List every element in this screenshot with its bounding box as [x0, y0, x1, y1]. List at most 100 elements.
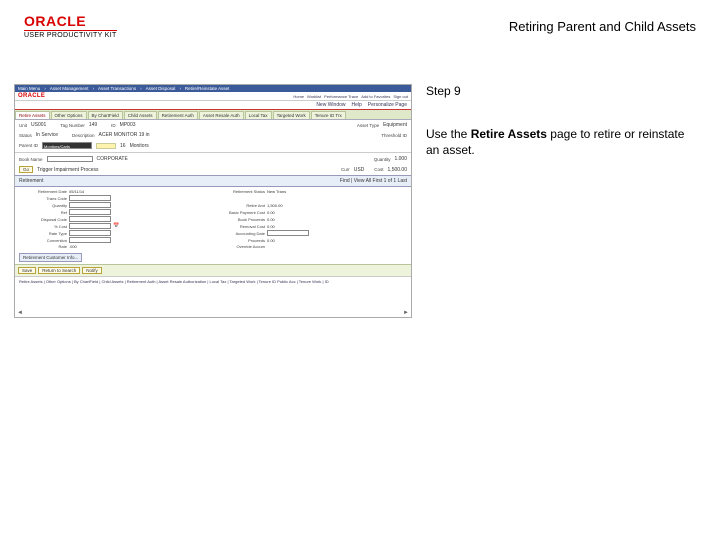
hdr-row-4: Book Name CORPORATE Quantity 1.000 [15, 154, 411, 164]
asset-type-value: Equipment [383, 122, 407, 128]
hdr-row-2: Status In Service Description ACER MONIT… [15, 130, 411, 140]
acctg-label: Accounting Date [217, 231, 265, 236]
crumb[interactable]: Asset Disposal [146, 86, 176, 91]
crumb[interactable]: Retire/Reinstate Asset [185, 86, 230, 91]
acctg-input[interactable] [267, 230, 309, 236]
tab-chartfield[interactable]: By ChartField [88, 111, 123, 119]
disp-label: Disposal Code [19, 217, 67, 222]
crumb[interactable]: Asset Transactions [98, 86, 136, 91]
link-signout[interactable]: Sign out [393, 94, 408, 99]
tab-other-options[interactable]: Other Options [51, 111, 87, 119]
tab-resale-auth[interactable]: Asset Resale Auth [199, 111, 244, 119]
conv-label: Convention [19, 238, 67, 243]
ratetype-input[interactable] [69, 230, 111, 236]
threshold-label: Threshold ID [381, 133, 407, 138]
quantity2-input[interactable] [69, 202, 111, 208]
sel-field[interactable] [96, 143, 116, 149]
tab-retire-assets[interactable]: Retire Assets [15, 111, 50, 119]
personalize-link[interactable]: Personalize Page [366, 102, 409, 108]
scrollbar[interactable]: ◄► [15, 310, 411, 317]
link-perf-trace[interactable]: Performance Trace [324, 94, 358, 99]
quantity2-label: Quantity [19, 203, 67, 208]
parent-label: Parent ID [19, 143, 38, 148]
conv-input[interactable] [69, 237, 111, 243]
tab-retirement-auth[interactable]: Retirement Auth [158, 111, 198, 119]
tab-targeted-work[interactable]: Targeted Work [273, 111, 310, 119]
page-tabs: Retire Assets Other Options By ChartFiel… [15, 110, 411, 120]
main-columns: Main Menu› Asset Management› Asset Trans… [0, 44, 720, 318]
link-worklist[interactable]: Worklist [307, 94, 321, 99]
crumb[interactable]: Asset Management [50, 86, 89, 91]
scroll-left-icon[interactable]: ◄ [17, 310, 23, 316]
save-button[interactable]: Save [18, 267, 36, 274]
hdr-row-3: Parent ID Monitors/Carts 16 Monitors [15, 140, 411, 151]
retstatus-label: Retirement Status [217, 189, 265, 194]
oracle-app-logo: ORACLE [18, 93, 45, 99]
calendar-icon[interactable]: 📅 [113, 223, 119, 229]
status-value: In Service [36, 132, 58, 138]
retirement-customer-expand[interactable]: Retirement Customer Info... [19, 253, 82, 262]
link-home[interactable]: Home [293, 94, 304, 99]
tab-tenure[interactable]: Tenure ID Trx [311, 111, 346, 119]
new-window-link[interactable]: New Window [314, 102, 347, 108]
instr-bold: Retire Assets [471, 127, 547, 141]
curr-label: Curr [341, 167, 350, 172]
ref-label: Ref [19, 210, 67, 215]
oracle-top-links: Home Worklist Performance Trace Add to F… [293, 94, 408, 99]
retdate-label: Retirement Date [19, 189, 67, 194]
go-button[interactable]: Go [19, 166, 33, 173]
transcode-input[interactable] [69, 195, 111, 201]
go-desc: Trigger Impairment Process [37, 167, 99, 173]
link-fav[interactable]: Add to Favorites [361, 94, 390, 99]
qty-value: 1.000 [394, 156, 407, 162]
app-screenshot: Main Menu› Asset Management› Asset Trans… [14, 84, 412, 318]
step-label: Step 9 [426, 84, 686, 98]
retirement-section-bar: Retirement Find | View All First 1 of 1 … [15, 175, 411, 187]
page-title: Retiring Parent and Child Assets [509, 19, 696, 34]
tab-local-tax[interactable]: Local Tax [245, 111, 272, 119]
notify-button[interactable]: Notify [82, 267, 102, 274]
bookproc-val: 0.00 [267, 217, 275, 222]
upk-subtitle: USER PRODUCTIVITY KIT [24, 30, 117, 39]
tab-child-assets[interactable]: Child Assets [124, 111, 157, 119]
doc-header: ORACLE USER PRODUCTIVITY KIT Retiring Pa… [0, 0, 720, 44]
hdr-row-1: Unit US001 Tag Number 149 ID MP003 Asset… [15, 120, 411, 130]
pct-input[interactable] [69, 223, 111, 229]
related-links[interactable]: Retire Assets | Other Options | By Chart… [15, 276, 411, 286]
pct-label: % Cost [19, 224, 67, 229]
cost-value: 1,500.00 [388, 167, 407, 173]
disp-input[interactable] [69, 216, 111, 222]
override-label: Override Accum [217, 244, 265, 249]
curr-value: USD [354, 167, 365, 173]
unit-value: US001 [31, 122, 46, 128]
book-label: Book Name [19, 157, 43, 162]
tag-value: 149 [89, 122, 97, 128]
retstatus-val: New Trans [267, 189, 286, 194]
parent-value[interactable]: Monitors/Carts [42, 142, 92, 149]
crumb[interactable]: Main Menu [18, 86, 40, 91]
subnav: New Window Help Personalize Page [15, 101, 411, 110]
id-label: ID [111, 123, 116, 128]
instruction-column: Step 9 Use the Retire Assets page to ret… [426, 84, 686, 318]
remove-val: 0.00 [267, 224, 275, 229]
basicpay-val: 0.00 [267, 210, 275, 215]
brand-block: ORACLE USER PRODUCTIVITY KIT [24, 13, 117, 39]
proceeds-label: Proceeds [217, 238, 265, 243]
cost-label: Cost [374, 167, 383, 172]
scroll-right-icon[interactable]: ► [403, 310, 409, 316]
desc-value: ACER MONITOR 19 in [99, 132, 150, 138]
qty-label: Quantity [374, 157, 391, 162]
id-value: MP003 [120, 122, 136, 128]
return-button[interactable]: Return to Search [38, 267, 80, 274]
tag-label: Tag Number [60, 123, 85, 128]
instruction-text: Use the Retire Assets page to retire or … [426, 126, 686, 158]
remove-label: Removal Cost [217, 224, 265, 229]
grid-controls[interactable]: Find | View All First 1 of 1 Last [340, 178, 407, 184]
help-link[interactable]: Help [350, 102, 364, 108]
asset-type-label: Asset Type [357, 123, 379, 128]
transcode-label: Trans Code [19, 196, 67, 201]
ref-input[interactable] [69, 209, 111, 215]
retirement-fields: Retirement Date05/11/14 Retirement Statu… [15, 187, 411, 251]
book-value: CORPORATE [97, 156, 128, 162]
book-input[interactable] [47, 156, 93, 162]
